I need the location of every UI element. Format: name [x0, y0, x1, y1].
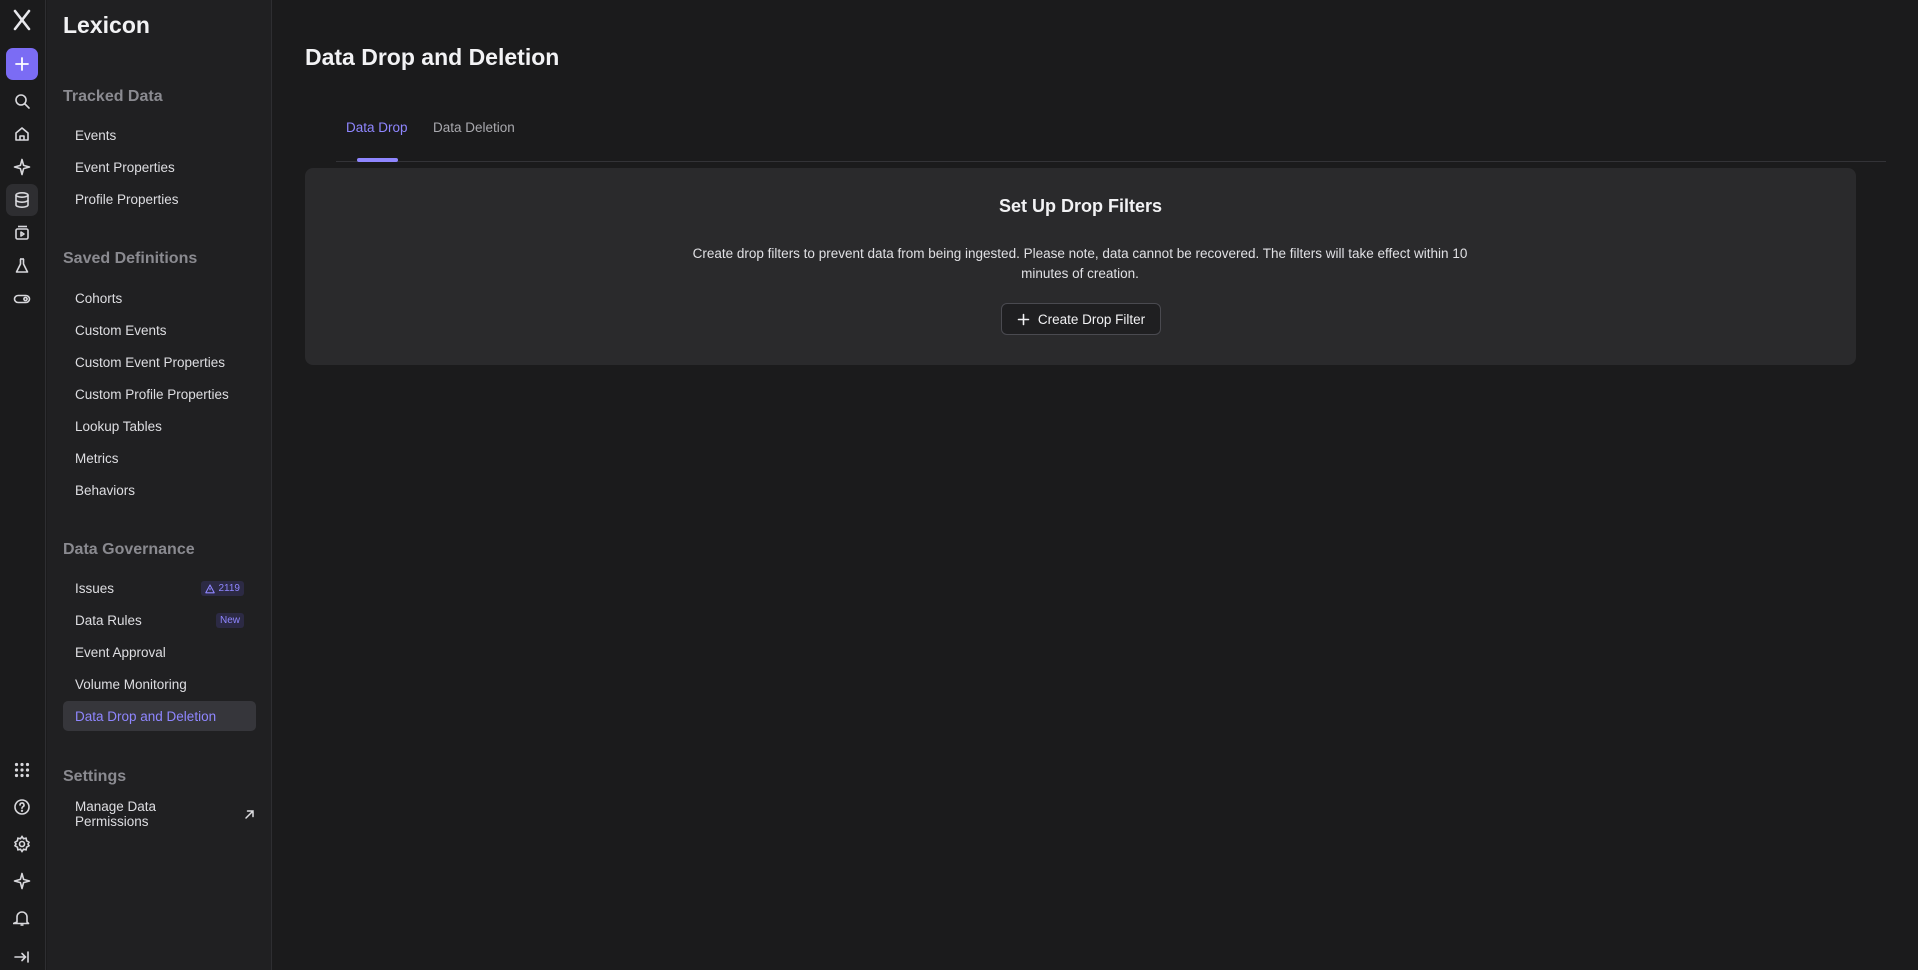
tab-bar: Data Drop Data Deletion — [336, 114, 1886, 162]
database-icon[interactable] — [6, 184, 38, 216]
sidebar-item-events[interactable]: Events — [63, 120, 256, 150]
sidebar-item-data-drop-and-deletion[interactable]: Data Drop and Deletion — [63, 701, 256, 731]
search-icon[interactable] — [6, 85, 38, 117]
card-title: Set Up Drop Filters — [998, 196, 1163, 216]
toggle-icon[interactable] — [6, 283, 38, 315]
icon-rail — [0, 0, 46, 970]
sparkle-icon[interactable] — [6, 151, 38, 183]
sidebar-item-custom-event-properties[interactable]: Custom Event Properties — [63, 347, 256, 377]
plus-icon[interactable] — [6, 48, 38, 80]
sidebar-item-label: Manage Data Permissions — [75, 799, 157, 829]
new-badge: New — [215, 613, 244, 628]
sidebar-item-event-approval[interactable]: Event Approval — [63, 637, 256, 667]
sidebar-item-label: Issues — [75, 580, 115, 596]
collapse-icon[interactable] — [6, 946, 38, 968]
section-heading-saved-definitions: Saved Definitions — [63, 250, 198, 267]
sidebar-item-issues[interactable]: Issues 2119 — [63, 573, 256, 603]
sidebar-item-manage-data-permissions[interactable]: Manage Data Permissions — [63, 799, 256, 829]
sidebar-item-profile-properties[interactable]: Profile Properties — [63, 184, 256, 214]
drop-filters-card: Set Up Drop Filters Create drop filters … — [305, 168, 1856, 365]
page-title: Data Drop and Deletion — [305, 44, 560, 70]
home-icon[interactable] — [6, 118, 38, 150]
create-drop-filter-label: Create Drop Filter — [1037, 311, 1146, 327]
create-drop-filter-button[interactable]: Create Drop Filter — [1001, 303, 1161, 335]
sidebar-item-label: Data Rules — [75, 612, 142, 628]
sidebar-item-custom-profile-properties[interactable]: Custom Profile Properties — [63, 379, 256, 409]
section-heading-settings: Settings — [63, 768, 127, 785]
settings-icon[interactable] — [6, 828, 38, 860]
sidebar-item-volume-monitoring[interactable]: Volume Monitoring — [63, 669, 256, 699]
flask-icon[interactable] — [6, 250, 38, 282]
apps-grid-icon[interactable] — [6, 754, 38, 786]
sidebar-item-cohorts[interactable]: Cohorts — [63, 283, 256, 313]
tab-data-drop[interactable]: Data Drop — [346, 114, 408, 162]
issues-count-badge: 2119 — [201, 581, 244, 596]
sparkle-icon[interactable] — [6, 865, 38, 897]
card-description: Create drop filters to prevent data from… — [692, 246, 1468, 281]
sidebar-item-event-properties[interactable]: Event Properties — [63, 152, 256, 182]
logo-icon[interactable] — [6, 4, 38, 36]
sidebar-item-data-rules[interactable]: Data Rules New — [63, 605, 256, 635]
app-title: Lexicon — [63, 12, 150, 38]
warning-icon — [205, 583, 216, 593]
sidebar-item-behaviors[interactable]: Behaviors — [63, 475, 256, 505]
active-tab-indicator — [357, 158, 398, 162]
help-icon[interactable] — [6, 791, 38, 823]
bell-icon[interactable] — [6, 902, 38, 934]
section-heading-data-governance: Data Governance — [63, 541, 195, 558]
tab-data-deletion[interactable]: Data Deletion — [433, 114, 515, 162]
sidebar-item-metrics[interactable]: Metrics — [63, 443, 256, 473]
sidebar: Lexicon Tracked Data Events Event Proper… — [47, 0, 272, 970]
play-icon[interactable] — [6, 217, 38, 249]
plus-icon — [1017, 313, 1030, 325]
sidebar-item-custom-events[interactable]: Custom Events — [63, 315, 256, 345]
sidebar-item-lookup-tables[interactable]: Lookup Tables — [63, 411, 256, 441]
section-heading-tracked-data: Tracked Data — [63, 88, 163, 105]
external-link-icon — [243, 808, 256, 821]
